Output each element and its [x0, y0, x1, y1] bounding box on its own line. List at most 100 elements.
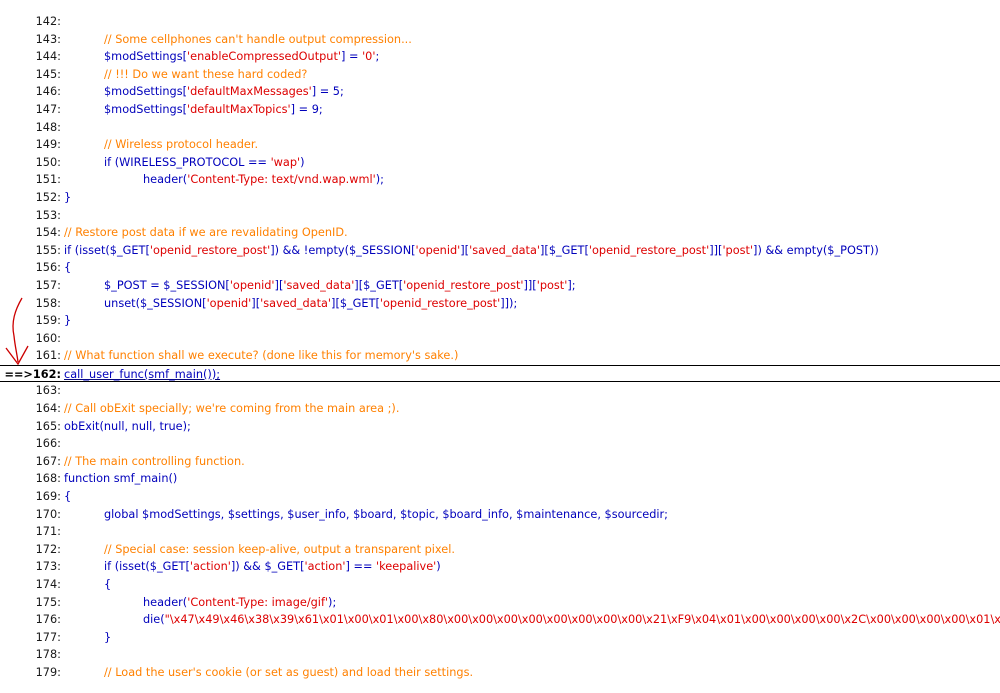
code-line: 169:{: [0, 488, 1000, 506]
code-token: header(: [143, 173, 188, 187]
code-line: 159:}: [0, 312, 1000, 330]
code-string: 'openid': [229, 278, 275, 292]
line-number: 149:: [35, 138, 61, 152]
code-line: 160:: [0, 330, 1000, 348]
code-line: 142:: [0, 13, 1000, 31]
code-line: 146: $modSettings['defaultMaxMessages'] =…: [0, 83, 1000, 101]
code-string: '0': [362, 50, 376, 64]
code-line: 153:: [0, 207, 1000, 225]
code-string: 'openid': [415, 243, 461, 257]
code-text: unset($_SESSION['openid']['saved_data'][…: [104, 295, 517, 313]
code-line: 161:// What function shall we execute? (…: [0, 347, 1000, 365]
code-line: 157: $_POST = $_SESSION['openid']['saved_…: [0, 277, 1000, 295]
code-text: obExit(null, null, true);: [64, 418, 191, 436]
code-token: ]) && empty($_POST)): [753, 243, 879, 257]
code-string: 'saved_data': [469, 243, 541, 257]
line-number: 165:: [35, 419, 61, 433]
code-text: header('Content-Type: text/vnd.wap.wml')…: [143, 171, 384, 189]
line-number: 146:: [35, 85, 61, 99]
code-string: 'defaultMaxMessages': [187, 85, 312, 99]
code-line: 172: // Special case: session keep-alive,…: [0, 541, 1000, 559]
code-token: ): [436, 560, 441, 574]
line-number: 153:: [35, 208, 61, 222]
line-number: 169:: [35, 490, 61, 504]
code-line: 148:: [0, 119, 1000, 137]
code-text: }: [64, 312, 71, 330]
code-text: // Call obExit specially; we're coming f…: [64, 400, 399, 418]
code-line: 149: // Wireless protocol header.: [0, 136, 1000, 154]
code-string: 'keepalive': [376, 560, 437, 574]
code-text: $modSettings['defaultMaxMessages'] = 5;: [104, 83, 344, 101]
code-line: 178:: [0, 646, 1000, 664]
code-token: obExit(null, null, true);: [64, 419, 191, 433]
code-string: 'wap': [270, 155, 301, 169]
code-text: }: [64, 189, 71, 207]
line-number: 177:: [35, 630, 61, 644]
code-text: call_user_func(smf_main());: [64, 366, 220, 382]
code-comment: // What function shall we execute? (done…: [64, 349, 459, 363]
code-text: // Wireless protocol header.: [104, 136, 258, 154]
line-number: 173:: [35, 560, 61, 574]
code-line: 176: die("\x47\x49\x46\x38\x39\x61\x01\x0…: [0, 611, 1000, 629]
code-string: 'Content-Type: text/vnd.wap.wml': [187, 173, 376, 187]
code-line: 166:: [0, 435, 1000, 453]
code-text: {: [104, 576, 111, 594]
code-line: 167:// The main controlling function.: [0, 453, 1000, 471]
code-text: // The main controlling function.: [64, 453, 245, 471]
code-string: 'saved_data': [283, 278, 355, 292]
code-token: ]]);: [500, 296, 518, 310]
code-line: 179: // Load the user's cookie (or set as…: [0, 664, 1000, 682]
code-string: 'openid': [206, 296, 252, 310]
code-line: 143: // Some cellphones can't handle outp…: [0, 31, 1000, 49]
line-number: 178:: [35, 648, 61, 662]
code-token: ]) && $_GET[: [230, 560, 305, 574]
code-string: 'action': [304, 560, 346, 574]
code-comment: // Wireless protocol header.: [104, 138, 259, 152]
code-comment: // !!! Do we want these hard coded?: [104, 67, 308, 81]
code-line: 170: global $modSettings, $settings, $use…: [0, 506, 1000, 524]
code-token: ] = 9;: [290, 102, 323, 116]
line-number: 168:: [35, 472, 61, 486]
code-token: global $modSettings, $settings, $user_in…: [104, 507, 668, 521]
code-line: 145: // !!! Do we want these hard coded?: [0, 66, 1000, 84]
code-text: global $modSettings, $settings, $user_in…: [104, 506, 668, 524]
code-token: ]) && !empty($_SESSION[: [270, 243, 416, 257]
code-string: 'openid_restore_post': [403, 278, 524, 292]
code-token: if (isset($_GET[: [64, 243, 150, 257]
line-number: 157:: [35, 278, 61, 292]
code-text: // Special case: session keep-alive, out…: [104, 541, 455, 559]
code-token: }: [64, 314, 72, 328]
code-string: 'Content-Type: image/gif': [187, 595, 329, 609]
line-number: 145:: [35, 67, 61, 81]
code-text: function smf_main(): [64, 470, 177, 488]
code-text: {: [64, 488, 71, 506]
line-number: 164:: [35, 402, 61, 416]
code-comment: // Call obExit specially; we're coming f…: [64, 402, 400, 416]
code-text: $modSettings['enableCompressedOutput'] =…: [104, 48, 379, 66]
code-string: 'saved_data': [260, 296, 332, 310]
code-token: ]][: [709, 243, 723, 257]
code-string: 'enableCompressedOutput': [187, 50, 341, 64]
code-comment: // Some cellphones can't handle output c…: [104, 32, 412, 46]
annotation-arrow-icon: [5, 297, 29, 366]
code-string: 'defaultMaxTopics': [187, 102, 291, 116]
line-number: 142:: [35, 15, 61, 28]
code-token: header(: [143, 595, 188, 609]
code-line: 177:}: [0, 629, 1000, 647]
code-text: }: [104, 629, 111, 647]
code-comment: // Load the user's cookie (or set as gue…: [104, 665, 474, 679]
code-token: if (isset($_GET[: [104, 560, 190, 574]
code-string: 'action': [189, 560, 231, 574]
code-token: }: [104, 630, 112, 644]
code-line: 151: header('Content-Type: text/vnd.wap.w…: [0, 171, 1000, 189]
code-token: {: [64, 261, 72, 275]
code-text: die("\x47\x49\x46\x38\x39\x61\x01\x00\x0…: [143, 611, 1000, 629]
code-token: );: [375, 173, 384, 187]
code-string: "\x47\x49\x46\x38\x39\x61\x01\x00\x01\x0…: [164, 613, 1000, 627]
code-string: 'openid_restore_post': [588, 243, 710, 257]
code-string: 'post': [536, 278, 568, 292]
line-number: 152:: [35, 190, 61, 204]
code-comment: // Special case: session keep-alive, out…: [104, 542, 455, 556]
code-token: {: [64, 490, 72, 504]
code-token: ][: [460, 243, 470, 257]
